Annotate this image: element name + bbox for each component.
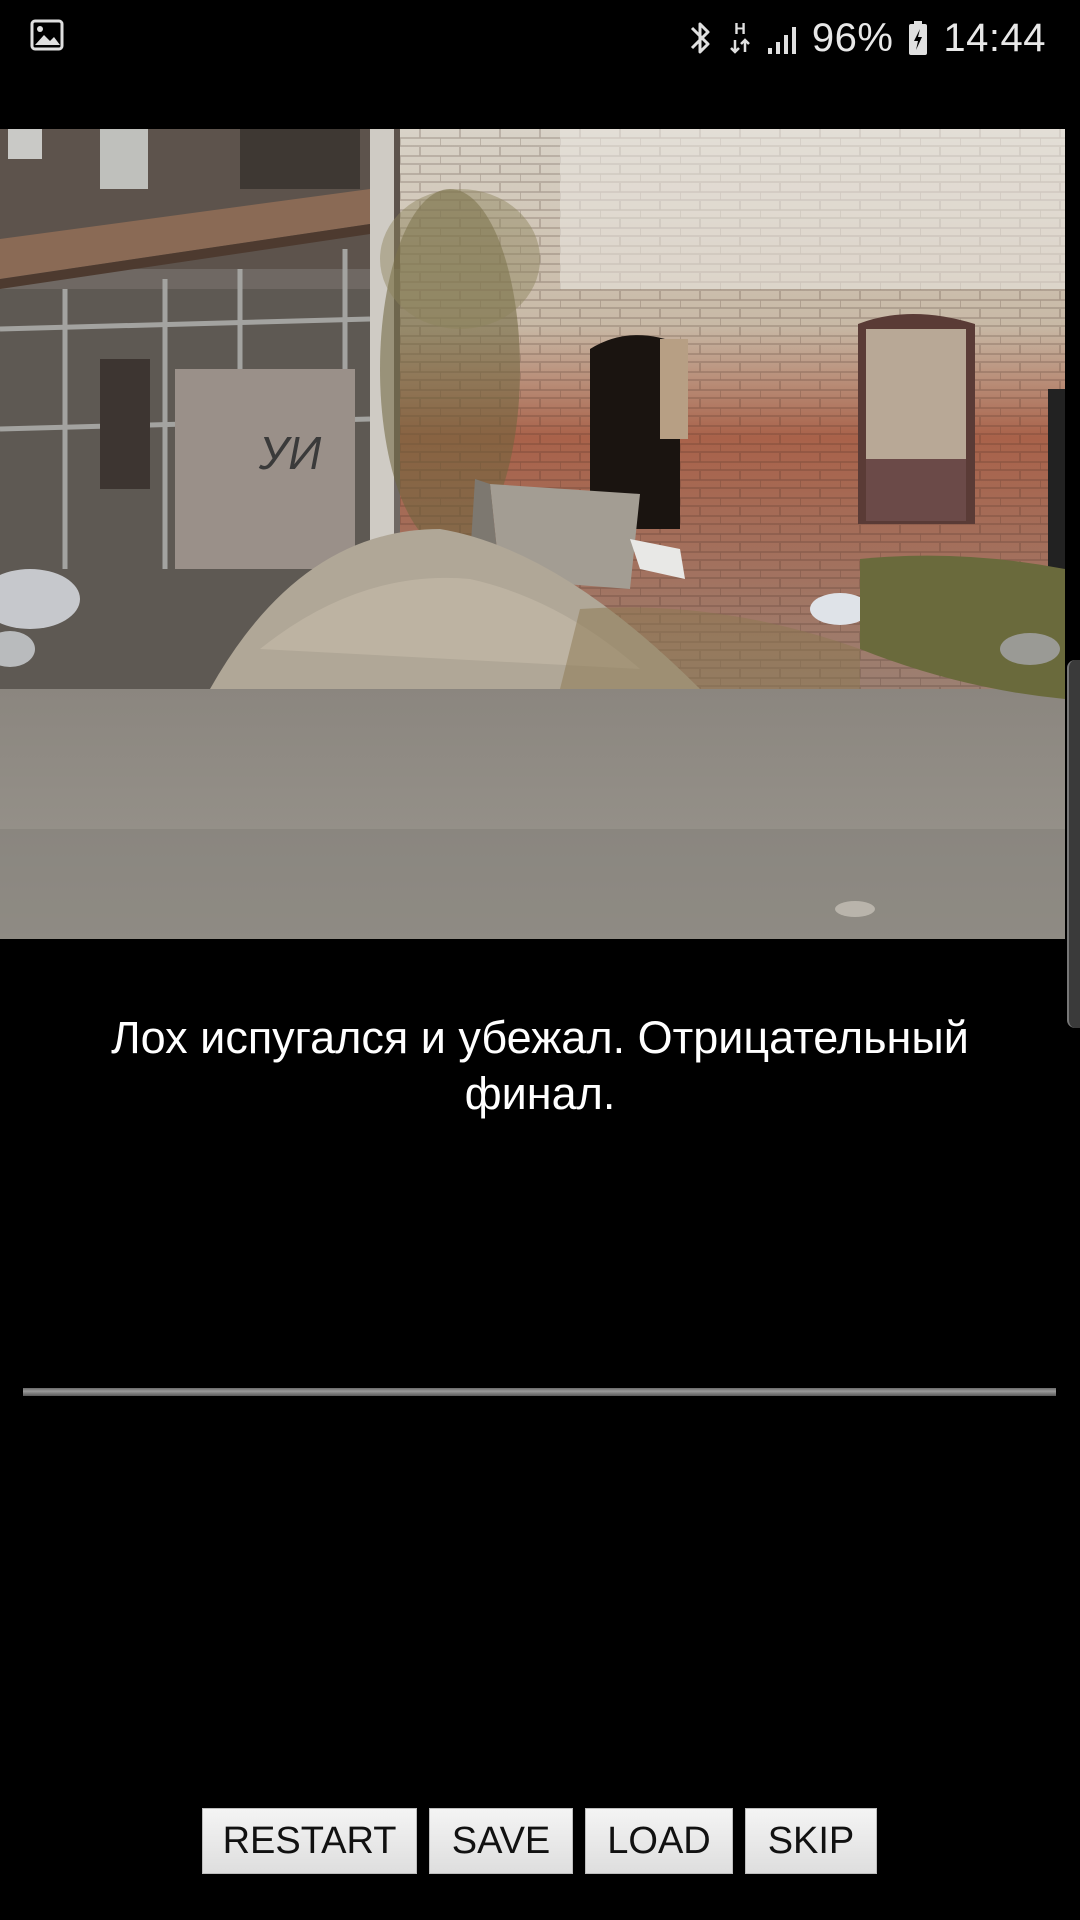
scene-illustration: УИ: [0, 129, 1065, 939]
gallery-icon: [30, 19, 64, 51]
status-icons: H 96% 14:44: [688, 0, 1046, 76]
signal-icon: [767, 27, 796, 54]
network-h-icon: H: [729, 21, 750, 54]
status-bar: H 96% 14:44: [0, 0, 1080, 76]
svg-text:H: H: [734, 21, 746, 38]
save-button[interactable]: SAVE: [429, 1808, 573, 1874]
button-row: RESTART SAVE LOAD SKIP: [0, 1808, 1080, 1874]
scrollbar[interactable]: [1067, 660, 1080, 1028]
clock: 14:44: [943, 15, 1046, 60]
battery-charging-icon: [909, 21, 928, 55]
battery-percent: 96%: [811, 15, 894, 60]
skip-button[interactable]: SKIP: [745, 1808, 877, 1874]
scene-image: УИ: [0, 129, 1065, 939]
bluetooth-icon: [690, 22, 710, 54]
divider: [23, 1388, 1056, 1396]
restart-button[interactable]: RESTART: [202, 1808, 417, 1874]
load-button[interactable]: LOAD: [585, 1808, 733, 1874]
graffiti-text: УИ: [258, 427, 321, 479]
story-text: Лох испугался и убежал. Отрицательный фи…: [111, 1012, 969, 1119]
